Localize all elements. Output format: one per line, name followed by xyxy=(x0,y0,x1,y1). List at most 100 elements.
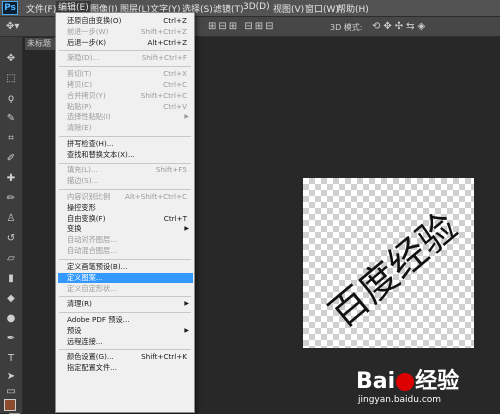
edit-menu-item[interactable]: 定义画笔预设(B)... xyxy=(67,262,193,272)
edit-menu-item[interactable]: 填充(L)... Shift+F5 xyxy=(67,165,193,175)
menu-item-shortcut: Ctrl+V xyxy=(163,101,187,111)
watermark-url: jingyan.baidu.com xyxy=(358,395,442,405)
menu-item-label: 变换 xyxy=(67,224,82,234)
menu-item-shortcut: Shift+Ctrl+F xyxy=(141,53,187,63)
edit-menu-item[interactable]: 自动对齐图层... xyxy=(67,235,193,245)
type-tool-icon[interactable]: T xyxy=(5,353,17,365)
marquee-tool-icon[interactable]: ⬚ xyxy=(5,73,17,85)
menu-view[interactable]: 视图(V) xyxy=(273,2,304,15)
mode-3d-label: 3D 模式: xyxy=(330,23,363,32)
menu-item-label: 剪切(T) xyxy=(67,69,92,78)
edit-menu-item[interactable]: 自动混合图层... xyxy=(67,246,193,256)
edit-menu-item[interactable]: Adobe PDF 预设... xyxy=(67,315,193,325)
edit-menu-dropdown: 还原自由变换(O) Ctrl+Z 前进一步(W) Shift+Ctrl+Z 后退一步(K… xyxy=(55,12,195,413)
menu-3d[interactable]: 3D(D) xyxy=(243,2,270,12)
clone-stamp-tool-icon[interactable]: ♙ xyxy=(5,213,17,225)
history-brush-tool-icon[interactable]: ↺ xyxy=(5,233,17,245)
eyedropper-tool-icon[interactable]: ✐ xyxy=(5,153,17,165)
edit-menu-item[interactable]: 操控变形 xyxy=(67,203,193,213)
menu-item-shortcut: Ctrl+Z xyxy=(163,16,187,25)
edit-menu-item[interactable]: 清理(R) ▶ xyxy=(67,299,193,309)
gradient-tool-icon[interactable]: ▮ xyxy=(5,273,17,285)
edit-menu-item[interactable]: 定义自定形状... xyxy=(67,284,193,294)
menu-item-shortcut: Shift+Ctrl+K xyxy=(141,352,187,362)
menu-filter[interactable]: 滤镜(T) xyxy=(213,2,244,15)
submenu-arrow-icon: ▶ xyxy=(184,225,189,233)
menu-item-shortcut: Shift+Ctrl+Z xyxy=(140,26,187,36)
move-tool-icon[interactable]: ✥ xyxy=(5,53,17,65)
menu-separator xyxy=(59,189,191,190)
foreground-color-swatch[interactable] xyxy=(4,399,16,411)
menu-separator xyxy=(59,349,191,351)
edit-menu-item[interactable]: 定义图案... xyxy=(58,272,193,283)
photoshop-logo-icon: Ps xyxy=(2,1,18,15)
menu-item-shortcut: Shift+F5 xyxy=(155,165,187,175)
lasso-tool-icon[interactable]: ϙ xyxy=(5,93,17,105)
brush-tool-icon[interactable]: ✏ xyxy=(5,193,17,205)
menu-item-label: 定义图案... xyxy=(67,272,103,282)
menu-item-label: 操控变形 xyxy=(67,202,96,212)
menu-window[interactable]: 窗口(W) xyxy=(305,2,339,15)
menu-item-shortcut: Shift+Ctrl+C xyxy=(140,90,187,100)
edit-menu-item[interactable]: 指定配置文件... xyxy=(67,363,193,373)
eraser-tool-icon[interactable]: ▱ xyxy=(5,253,17,265)
menu-item-label: 描边(S)... xyxy=(67,176,99,186)
menu-item-label: 选择性粘贴(I) xyxy=(67,112,111,122)
watermark-logo: Bai 经验 xyxy=(356,363,459,395)
document-tab[interactable]: 未标题 xyxy=(25,38,59,50)
baidu-jingyan-watermark: Bai 经验 jingyan.baidu.com xyxy=(356,363,496,413)
document-canvas[interactable]: 百度经验 xyxy=(303,178,474,348)
edit-menu-item[interactable]: 远程连接... xyxy=(67,337,193,347)
menu-separator xyxy=(59,311,191,313)
menu-item-label: 填充(L)... xyxy=(67,165,98,175)
menu-item-label: 自动对齐图层... xyxy=(67,235,117,245)
edit-menu-item[interactable]: 预设 ▶ xyxy=(67,326,193,336)
edit-menu-item[interactable]: 变换 ▶ xyxy=(67,224,193,234)
edit-menu-item[interactable]: 拷贝(C) Ctrl+C xyxy=(67,80,193,90)
menu-separator xyxy=(59,162,191,164)
edit-menu-item[interactable]: 内容识别比例 Alt+Shift+Ctrl+C xyxy=(67,192,193,202)
healing-brush-tool-icon[interactable]: ✚ xyxy=(5,173,17,185)
pen-tool-icon[interactable]: ✒ xyxy=(5,333,17,345)
menu-item-label: 渐隐(D)... xyxy=(67,53,100,63)
edit-menu-item[interactable]: 合并拷贝(Y) Shift+Ctrl+C xyxy=(67,91,193,101)
menu-item-shortcut: Ctrl+X xyxy=(163,69,187,78)
quick-select-tool-icon[interactable]: ✎ xyxy=(5,113,17,125)
edit-menu-item[interactable]: 还原自由变换(O) Ctrl+Z xyxy=(67,16,193,26)
crop-tool-icon[interactable]: ⌗ xyxy=(5,133,17,145)
menu-item-label: 还原自由变换(O) xyxy=(67,16,122,25)
menu-item-label: 拼写检查(H)... xyxy=(67,138,114,148)
menu-item-label: Adobe PDF 预设... xyxy=(67,314,130,324)
edit-menu-item[interactable]: 渐隐(D)... Shift+Ctrl+F xyxy=(67,53,193,63)
menu-item-label: 远程连接... xyxy=(67,336,103,346)
menu-item-shortcut: Alt+Ctrl+Z xyxy=(147,37,188,47)
submenu-arrow-icon: ▶ xyxy=(184,300,189,308)
menu-file[interactable]: 文件(F) xyxy=(26,2,56,15)
edit-menu-item[interactable]: 查找和替换文本(X)... xyxy=(67,150,193,160)
blur-tool-icon[interactable]: ◆ xyxy=(5,293,17,305)
edit-menu-item[interactable]: 剪切(T) Ctrl+X xyxy=(67,69,193,79)
menu-item-label: 后退一步(K) xyxy=(67,37,107,47)
edit-menu-item[interactable]: 自由变换(F) Ctrl+T xyxy=(67,214,193,224)
menu-help[interactable]: 帮助(H) xyxy=(337,2,369,15)
edit-menu-item[interactable]: 描边(S)... xyxy=(67,176,193,186)
edit-menu-item[interactable]: 拼写检查(H)... xyxy=(67,139,193,149)
edit-menu-item[interactable]: 后退一步(K) Alt+Ctrl+Z xyxy=(67,38,193,48)
edit-menu-item[interactable]: 清除(E) xyxy=(67,123,193,133)
move-tool-preset-icon[interactable]: ✥▾ xyxy=(6,21,19,32)
submenu-arrow-icon: ▶ xyxy=(184,326,189,334)
dodge-tool-icon[interactable]: ● xyxy=(5,313,17,325)
menu-item-label: 合并拷贝(Y) xyxy=(67,90,106,100)
menu-item-shortcut: Ctrl+T xyxy=(163,213,187,223)
watermark-logo-right: 经验 xyxy=(415,369,460,394)
edit-menu-item[interactable]: 前进一步(W) Shift+Ctrl+Z xyxy=(67,27,193,37)
align-icons[interactable]: ⊞⊟⊞ ⊟⊞⊟ xyxy=(208,21,275,32)
tools-panel: ✥ ⬚ ϙ ✎ ⌗ ✐ ✚ ✏ ♙ ↺ ▱ ▮ ◆ ● ✒ T ➤ ▭ xyxy=(0,37,23,414)
shape-tool-icon[interactable]: ▭ xyxy=(5,386,17,398)
path-select-tool-icon[interactable]: ➤ xyxy=(5,371,17,383)
edit-menu-item[interactable]: 粘贴(P) Ctrl+V xyxy=(67,102,193,112)
edit-menu-item[interactable]: 选择性粘贴(I) ▶ xyxy=(67,112,193,122)
menu-item-label: 前进一步(W) xyxy=(67,26,109,36)
edit-menu-item[interactable]: 颜色设置(G)... Shift+Ctrl+K xyxy=(67,352,193,362)
3d-mode-icons[interactable]: ⟲✥✣⇆◈ xyxy=(372,21,428,32)
